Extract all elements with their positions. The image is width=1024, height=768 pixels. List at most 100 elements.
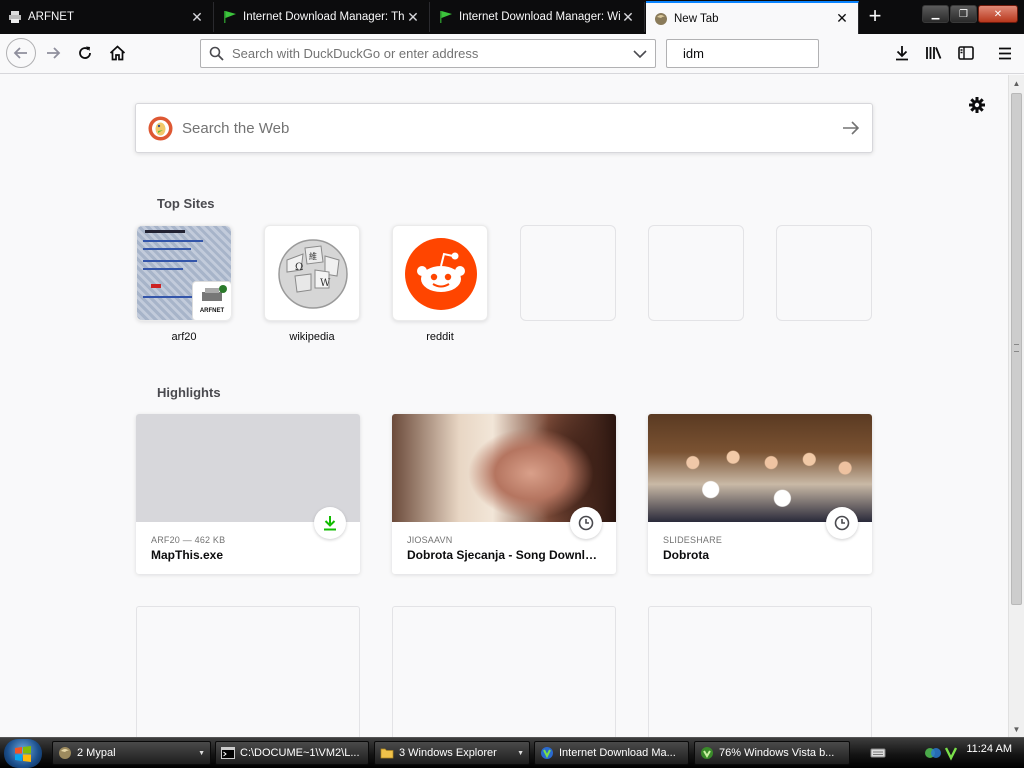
keyboard-icon[interactable] — [870, 746, 886, 760]
scroll-down-arrow-icon[interactable]: ▼ — [1009, 721, 1024, 737]
firefox-icon — [655, 12, 667, 25]
chevron-down-icon[interactable] — [633, 49, 647, 59]
highlight-card[interactable]: ARF20 — 462 KB MapThis.exe — [136, 414, 360, 574]
empty-highlight-placeholder — [648, 606, 872, 737]
forward-button[interactable] — [41, 41, 65, 65]
menu-button[interactable] — [994, 42, 1016, 64]
svg-text:ARFNET: ARFNET — [200, 308, 225, 314]
search-input[interactable] — [683, 46, 859, 61]
card-context: ARF20 — 462 KB — [151, 535, 226, 545]
top-site-empty[interactable] — [648, 225, 744, 321]
taskbar-item-mypal[interactable]: 2 Mypal ▼ — [52, 741, 211, 765]
svg-text:Ω: Ω — [295, 262, 303, 273]
scroll-up-arrow-icon[interactable]: ▲ — [1009, 75, 1024, 91]
windows-taskbar: 2 Mypal ▼ C:\DOCUME~1\VM2\L... 3 Windows… — [0, 737, 1024, 768]
taskbar-label: 2 Mypal — [77, 747, 116, 759]
sidebar-icon — [958, 46, 974, 60]
download-icon — [896, 46, 908, 61]
card-thumbnail — [392, 414, 616, 522]
web-search-input[interactable] — [182, 119, 842, 137]
taskbar-item-windows-explorer[interactable]: 3 Windows Explorer ▼ — [374, 741, 530, 765]
clock[interactable]: 11:24 AM — [966, 743, 1012, 755]
sidebar-button[interactable] — [955, 42, 977, 64]
taskbar-label: 76% Windows Vista b... — [719, 747, 835, 759]
close-icon[interactable]: ✕ — [620, 9, 636, 25]
highlight-card[interactable]: JIOSAAVN Dobrota Sjecanja - Song Downloa… — [392, 414, 616, 574]
scroll-grip-icon — [1014, 344, 1019, 352]
downloads-button[interactable] — [891, 42, 913, 64]
card-context: SLIDESHARE — [663, 535, 723, 545]
close-icon[interactable]: ✕ — [189, 9, 205, 25]
site-thumbnail: Ω W 維 — [264, 225, 360, 321]
vertical-scrollbar[interactable]: ▲ ▼ — [1008, 75, 1024, 737]
home-button[interactable] — [105, 41, 129, 65]
arfnet-logo-icon: ARFNET — [192, 281, 231, 320]
empty-highlight-placeholder — [136, 606, 360, 737]
card-context: JIOSAAVN — [407, 535, 453, 545]
gear-icon — [969, 97, 985, 113]
tab-arfnet[interactable]: ARFNET ✕ — [0, 2, 214, 32]
new-tab-page: Top Sites ARFNET arf20 Ω — [0, 75, 1008, 737]
site-label: arf20 — [171, 331, 197, 343]
customize-button[interactable] — [966, 94, 988, 116]
search-bar[interactable] — [666, 39, 859, 68]
highlights-heading: Highlights — [157, 385, 221, 400]
highlight-card[interactable]: SLIDESHARE Dobrota — [648, 414, 872, 574]
taskbar-item-cmd[interactable]: C:\DOCUME~1\VM2\L... — [215, 741, 369, 765]
network-icon[interactable] — [924, 745, 942, 761]
restore-button[interactable]: ❐ — [950, 5, 977, 23]
start-button[interactable] — [4, 739, 42, 768]
url-bar[interactable] — [200, 39, 656, 68]
card-thumbnail — [136, 414, 360, 522]
url-input[interactable] — [232, 46, 633, 61]
scroll-thumb[interactable] — [1011, 93, 1022, 605]
tab-new-tab[interactable]: New Tab ✕ — [646, 1, 859, 34]
taskbar-item-idm[interactable]: Internet Download Ma... — [534, 741, 689, 765]
web-search-box[interactable] — [135, 103, 873, 153]
empty-site-placeholder — [648, 225, 744, 321]
top-site-arf20[interactable]: ARFNET arf20 — [136, 225, 232, 343]
hamburger-menu-icon — [999, 47, 1011, 59]
minimize-button[interactable]: ▁ — [922, 5, 949, 23]
library-button[interactable] — [923, 42, 945, 64]
taskbar-item-idm-progress[interactable]: 76% Windows Vista b... — [694, 741, 850, 765]
svg-text:維: 維 — [309, 251, 317, 261]
close-icon[interactable]: ✕ — [405, 9, 421, 25]
idm-progress-icon — [701, 747, 713, 759]
clock-icon — [834, 515, 850, 531]
top-site-wikipedia[interactable]: Ω W 維 wikipedia — [264, 225, 360, 343]
idm-icon — [541, 747, 553, 759]
history-badge — [570, 507, 602, 539]
empty-site-placeholder — [520, 225, 616, 321]
arrow-right-icon[interactable] — [842, 120, 860, 136]
printer-icon — [9, 11, 21, 23]
site-thumbnail: ARFNET — [136, 225, 232, 321]
idm-tray-icon[interactable] — [944, 745, 958, 761]
new-tab-button[interactable]: + — [862, 4, 888, 30]
search-icon — [209, 46, 224, 61]
tab-title: Internet Download Manager: Wi — [459, 11, 620, 23]
download-badge — [314, 507, 346, 539]
navigation-toolbar — [0, 34, 1024, 74]
close-window-button[interactable]: ✕ — [978, 5, 1018, 23]
group-arrow-icon: ▼ — [198, 749, 205, 757]
tab-title: New Tab — [674, 12, 719, 25]
tab-strip: ARFNET ✕ Internet Download Manager: The … — [0, 0, 1024, 34]
wikipedia-globe-icon: Ω W 維 — [278, 239, 348, 309]
reload-button[interactable] — [73, 41, 97, 65]
arrow-right-icon — [47, 47, 61, 59]
tab-idm-wi[interactable]: Internet Download Manager: Wi ✕ — [431, 2, 645, 32]
top-site-empty[interactable] — [776, 225, 872, 321]
green-flag-icon — [440, 11, 452, 23]
top-site-reddit[interactable]: reddit — [392, 225, 488, 343]
history-badge — [826, 507, 858, 539]
site-thumbnail — [392, 225, 488, 321]
site-label: wikipedia — [289, 331, 335, 343]
cmd-icon — [221, 747, 235, 759]
top-site-empty[interactable] — [520, 225, 616, 321]
back-button[interactable] — [6, 38, 36, 68]
clock-icon — [578, 515, 594, 531]
folder-icon — [380, 748, 394, 759]
tab-idm-the[interactable]: Internet Download Manager: The ✕ — [215, 2, 430, 32]
close-icon[interactable]: ✕ — [834, 10, 850, 27]
